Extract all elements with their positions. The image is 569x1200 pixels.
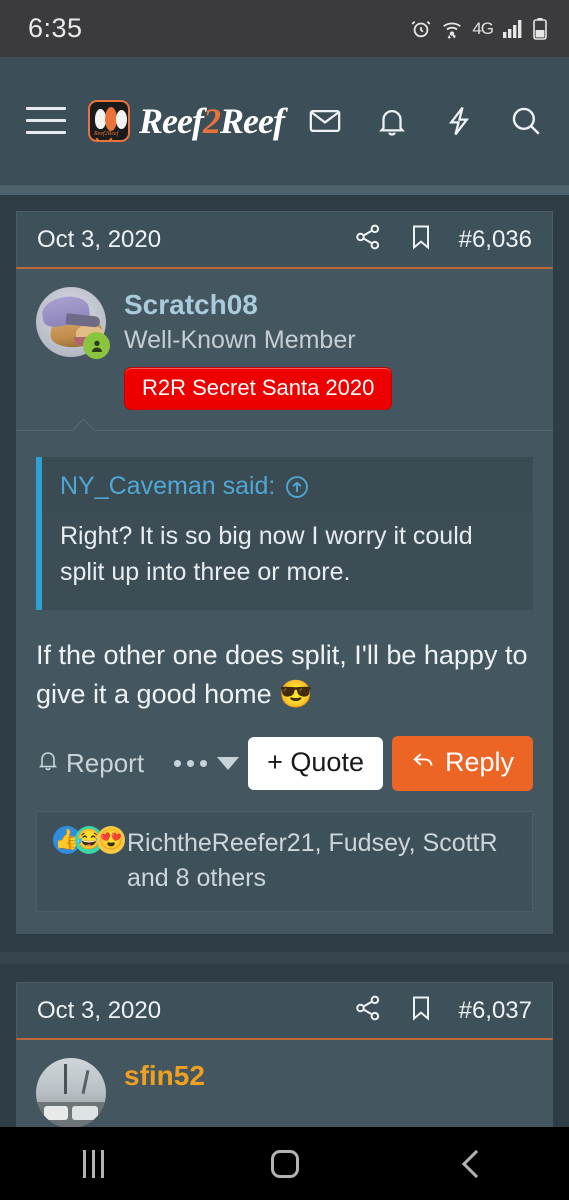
- author-badge[interactable]: R2R Secret Santa 2020: [124, 367, 393, 411]
- post-separator: [0, 934, 569, 953]
- online-status-badge: [83, 332, 110, 359]
- reply-label: Reply: [444, 747, 514, 778]
- post-date: Oct 3, 2020: [37, 225, 162, 253]
- heart-eyes-reaction-icon: 😍: [97, 826, 125, 855]
- more-options-button[interactable]: [174, 757, 240, 771]
- avatar[interactable]: [36, 1058, 106, 1129]
- app-header-actions: [308, 104, 543, 138]
- quote-attribution[interactable]: NY_Caveman said:: [42, 457, 533, 514]
- quote-text: Right? It is so big now I worry it could…: [60, 522, 473, 586]
- alarm-icon: [410, 18, 432, 40]
- report-label: Report: [66, 748, 145, 779]
- author-meta: Scratch08 Well-Known Member R2R Secret S…: [124, 287, 393, 411]
- report-bell-icon: [36, 748, 60, 779]
- battery-icon: [533, 17, 547, 40]
- post-author-block: sfin52: [16, 1040, 553, 1129]
- reply-arrow-icon: [411, 746, 437, 779]
- blockquote: NY_Caveman said: Right? It is so big now…: [36, 457, 533, 611]
- bell-icon[interactable]: [375, 104, 409, 138]
- status-icon-group: 4G: [410, 17, 547, 40]
- post-header: Oct 3, 2020 #6,036: [16, 211, 553, 269]
- post-text: If the other one does split, I'll be hap…: [36, 620, 533, 714]
- speech-bubble-caret: [70, 417, 98, 431]
- reply-button[interactable]: Reply: [391, 736, 533, 792]
- post-header-actions: #6,036: [353, 222, 532, 257]
- reaction-names[interactable]: RichtheReefer21, Fudsey, ScottR and 8 ot…: [127, 826, 516, 895]
- lightning-bolt-icon[interactable]: [442, 104, 476, 138]
- wordmark-two: 2: [202, 100, 221, 141]
- reaction-emoji-group: 👍 😂 😍: [53, 826, 125, 855]
- wordmark-part2: Reef: [219, 100, 285, 141]
- hamburger-menu-icon[interactable]: [26, 107, 66, 134]
- quote-author-label: NY_Caveman said:: [60, 472, 276, 501]
- report-button[interactable]: Report: [36, 748, 144, 779]
- 4g-icon: 4G: [472, 18, 494, 38]
- post-number[interactable]: #6,036: [459, 226, 532, 254]
- wifi-icon: [441, 18, 463, 40]
- post-separator-lower: [0, 964, 569, 983]
- post-number[interactable]: #6,037: [459, 997, 532, 1025]
- post-item: Oct 3, 2020 #6,036 Scratch08 Well-Known …: [16, 211, 553, 935]
- app-header: Reef2Reef Reef2Reef: [0, 57, 569, 185]
- home-icon[interactable]: [270, 1149, 299, 1178]
- post-date: Oct 3, 2020: [37, 996, 162, 1024]
- back-icon[interactable]: [461, 1149, 490, 1178]
- thread-page: Oct 3, 2020 #6,036 Scratch08 Well-Known …: [0, 195, 569, 1129]
- post-header-actions: #6,037: [353, 993, 532, 1028]
- author-username[interactable]: sfin52: [124, 1060, 205, 1092]
- post-message: NY_Caveman said: Right? It is so big now…: [16, 431, 553, 934]
- status-time: 6:35: [28, 13, 83, 43]
- bookmark-icon[interactable]: [407, 994, 435, 1027]
- author-title: Well-Known Member: [124, 326, 356, 355]
- phone-screen: 6:35 4G Reef2Reef Reef2Reef Oct 3, 2020 …: [0, 0, 569, 1200]
- bookmark-icon[interactable]: [407, 223, 435, 256]
- share-nodes-icon[interactable]: [353, 993, 383, 1028]
- signal-icon: [502, 19, 524, 39]
- reef2reef-fish-logo-icon: Reef2Reef: [88, 99, 130, 142]
- post-separator-band: [0, 952, 569, 965]
- search-icon[interactable]: [509, 104, 543, 138]
- header-divider: [0, 185, 569, 195]
- post-body: sfin52: [16, 1040, 553, 1129]
- mail-icon[interactable]: [308, 104, 342, 138]
- post-item: Oct 3, 2020 #6,037 sfin52: [16, 982, 553, 1129]
- post-actions: Report + Quote Reply: [36, 714, 533, 792]
- sunglasses-emoji: 😎: [279, 679, 313, 710]
- arrow-up-circle-icon[interactable]: [284, 474, 310, 500]
- quote-button[interactable]: + Quote: [248, 737, 383, 791]
- more-options-icon: [174, 760, 208, 768]
- logo-mini-text: Reef2Reef: [94, 130, 119, 137]
- reactions-bar[interactable]: 👍 😂 😍 RichtheReefer21, Fudsey, ScottR an…: [36, 811, 533, 913]
- chevron-down-icon: [217, 757, 240, 771]
- android-nav-bar: [0, 1127, 569, 1200]
- avatar[interactable]: [36, 287, 110, 359]
- post-reply-buttons: + Quote Reply: [248, 736, 533, 792]
- share-nodes-icon[interactable]: [353, 222, 383, 257]
- post-header: Oct 3, 2020 #6,037: [16, 982, 553, 1041]
- avatar-image: [36, 1058, 106, 1129]
- post-body: Scratch08 Well-Known Member R2R Secret S…: [16, 269, 553, 935]
- recents-icon[interactable]: [83, 1149, 105, 1178]
- author-meta: sfin52: [124, 1058, 205, 1128]
- wordmark-part1: Reef: [139, 100, 204, 141]
- site-logo[interactable]: Reef2Reef Reef2Reef: [88, 99, 285, 142]
- author-username[interactable]: Scratch08: [124, 289, 392, 321]
- status-bar: 6:35 4G: [0, 0, 569, 57]
- site-wordmark: Reef2Reef: [139, 100, 285, 142]
- post-author-block: Scratch08 Well-Known Member R2R Secret S…: [16, 269, 553, 430]
